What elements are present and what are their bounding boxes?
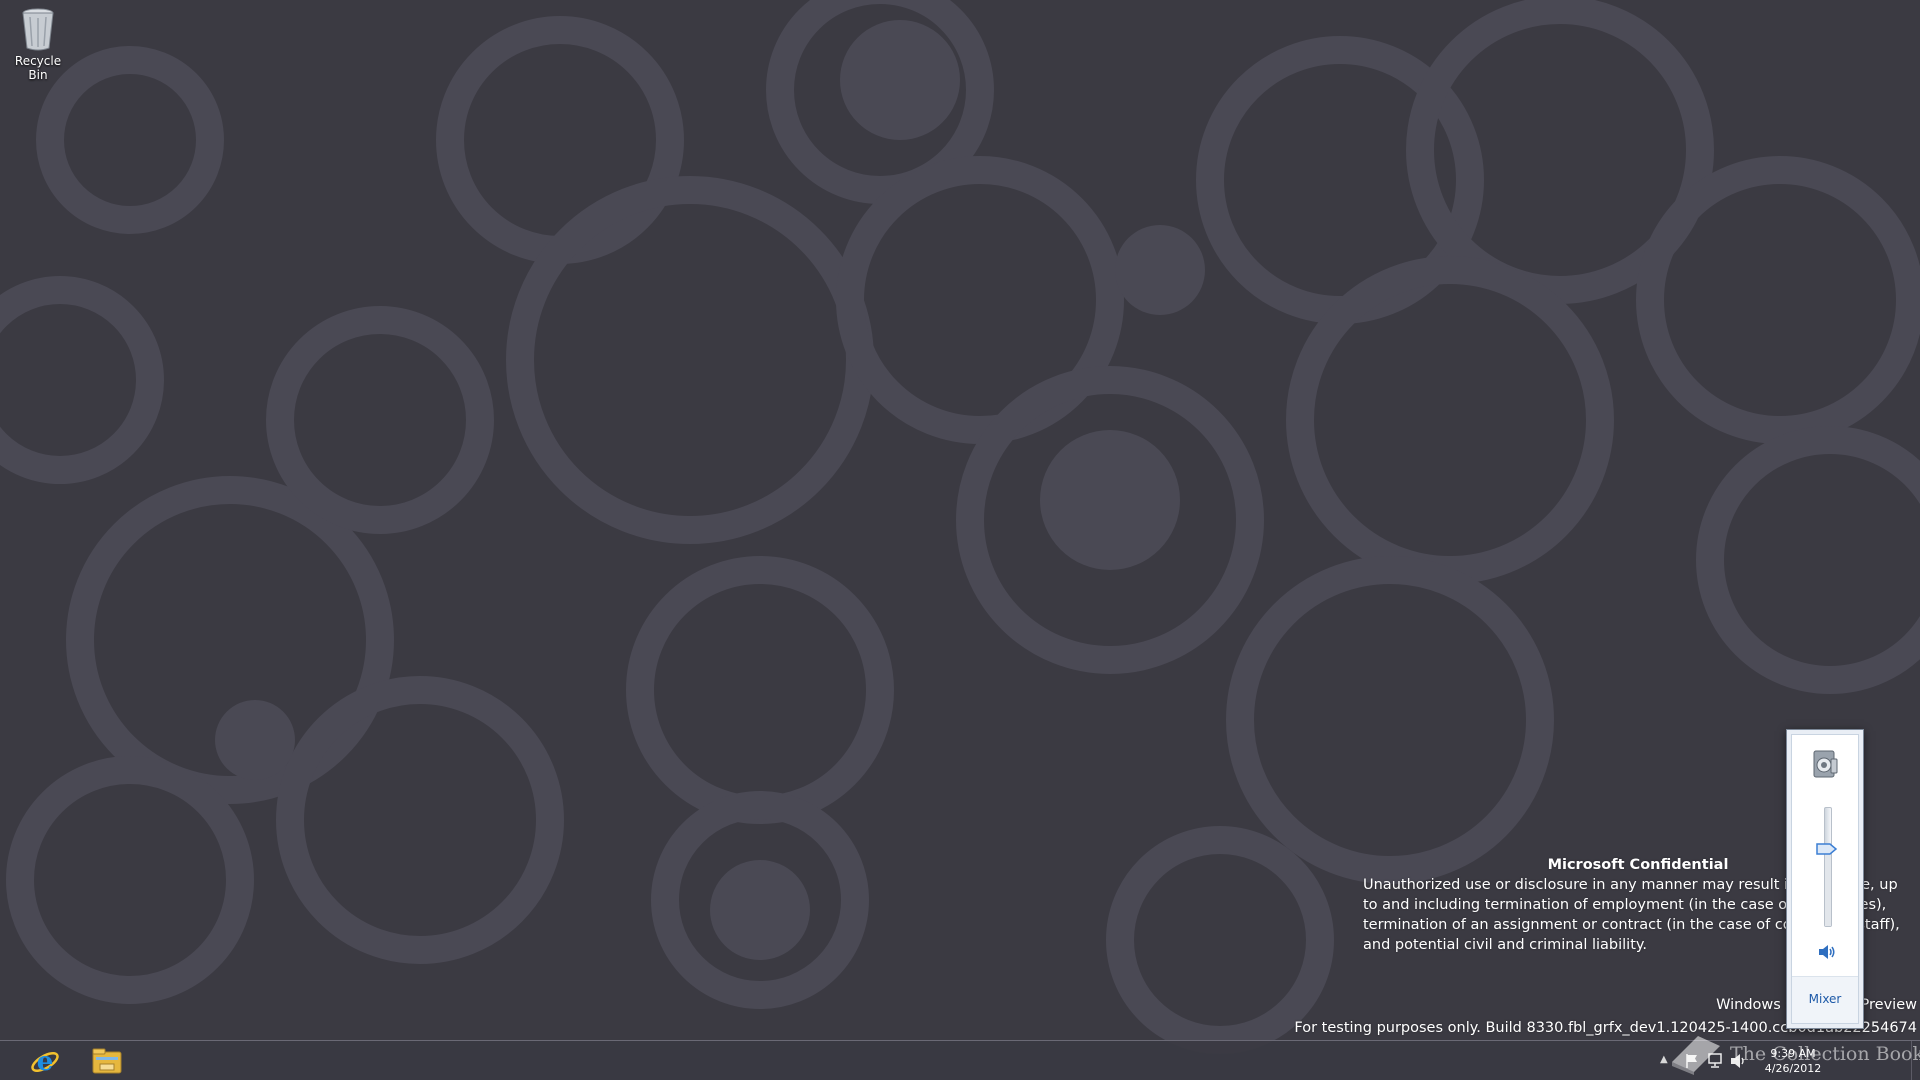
volume-slider-fill [1825,849,1831,926]
collection-book-text: The Collection Book [1730,1043,1920,1065]
volume-slider-track[interactable] [1824,807,1832,927]
taskbar-file-explorer-button[interactable] [84,1041,130,1080]
volume-flyout: Mixer [1786,729,1864,1029]
desktop-icon-label: Recycle Bin [14,54,62,82]
internet-explorer-icon: e [31,1047,59,1077]
speaker-icon[interactable] [1818,944,1836,960]
volume-slider-thumb[interactable] [1816,842,1838,856]
mixer-link[interactable]: Mixer [1792,992,1858,1006]
desktop: Recycle Bin Microsoft Confidential Unaut… [0,0,1920,1080]
speakers-device-icon[interactable] [1811,749,1839,779]
svg-text:e: e [37,1047,54,1077]
show-hidden-icons-chevron-icon[interactable]: ▲ [1660,1054,1668,1065]
volume-flyout-footer: Mixer [1792,976,1858,1023]
taskbar: e ▲ 9:39 AM 4/26/2012 [0,1040,1920,1080]
taskbar-internet-explorer-button[interactable]: e [22,1041,68,1080]
desktop-icon-recycle-bin[interactable]: Recycle Bin [4,6,72,82]
volume-flyout-panel: Mixer [1791,734,1859,1024]
file-explorer-icon [92,1048,122,1074]
book-logo-icon [1672,1036,1720,1075]
recycle-bin-icon [22,8,54,51]
